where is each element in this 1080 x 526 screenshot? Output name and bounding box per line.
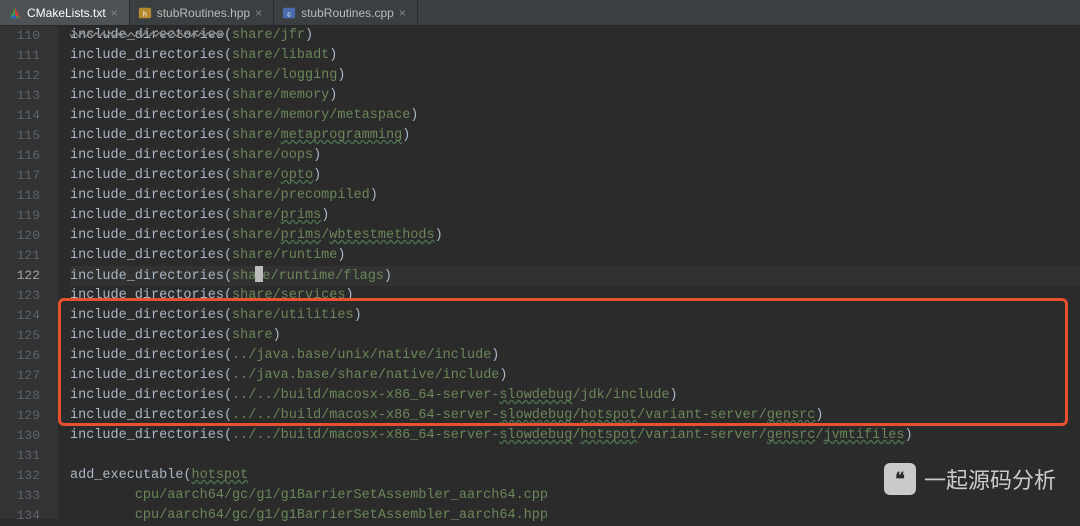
code-line: include_directories(../../build/macosx-x… xyxy=(70,386,1080,406)
hpp-file-icon: h xyxy=(138,6,152,20)
watermark-text: 一起源码分析 xyxy=(924,463,1056,495)
tab-stubroutines-hpp[interactable]: h stubRoutines.hpp × xyxy=(130,0,274,25)
code-line: include_directories(share) xyxy=(70,326,1080,346)
code-line: include_directories(share/services) xyxy=(70,286,1080,306)
code-line: include_directories(share/prims/wbtestme… xyxy=(70,226,1080,246)
close-icon[interactable]: × xyxy=(399,8,409,18)
line-number: 122 xyxy=(0,266,40,286)
cpp-file-icon: c xyxy=(282,6,296,20)
watermark: ❝ 一起源码分析 xyxy=(884,463,1056,495)
code-line: include_directories(share/logging) xyxy=(70,66,1080,86)
code-area[interactable]: include_directories(share/jfr)include_di… xyxy=(58,26,1080,519)
line-number: 119 xyxy=(0,206,40,226)
line-number: 132 xyxy=(0,466,40,486)
line-number: 121 xyxy=(0,246,40,266)
editor-area: 1101111121131141151161171181191201211221… xyxy=(0,26,1080,519)
code-line: include_directories(shae/runtime/flags) xyxy=(70,266,1080,286)
line-number: 125 xyxy=(0,326,40,346)
close-icon[interactable]: × xyxy=(255,8,265,18)
line-number: 115 xyxy=(0,126,40,146)
line-number: 114 xyxy=(0,106,40,126)
code-line: include_directories(share/prims) xyxy=(70,206,1080,226)
line-number: 130 xyxy=(0,426,40,446)
code-line: include_directories(share/opto) xyxy=(70,166,1080,186)
line-number: 129 xyxy=(0,406,40,426)
code-line: include_directories(../java.base/unix/na… xyxy=(70,346,1080,366)
code-line: include_directories(share/libadt) xyxy=(70,46,1080,66)
line-number: 116 xyxy=(0,146,40,166)
code-line: include_directories(../../build/macosx-x… xyxy=(70,426,1080,446)
svg-text:c: c xyxy=(287,11,291,18)
line-number: 123 xyxy=(0,286,40,306)
code-line: include_directories(share/memory/metaspa… xyxy=(70,106,1080,126)
tab-label: CMakeLists.txt xyxy=(27,6,106,20)
wechat-icon: ❝ xyxy=(884,463,916,495)
line-number: 120 xyxy=(0,226,40,246)
code-line: include_directories(share/precompiled) xyxy=(70,186,1080,206)
line-number-gutter: 1101111121131141151161171181191201211221… xyxy=(0,26,58,519)
code-line: include_directories(share/memory) xyxy=(70,86,1080,106)
line-number: 124 xyxy=(0,306,40,326)
line-number: 112 xyxy=(0,66,40,86)
line-number: 133 xyxy=(0,486,40,506)
line-number: 113 xyxy=(0,86,40,106)
code-line: include_directories(share/runtime) xyxy=(70,246,1080,266)
code-line: include_directories(share/metaprogrammin… xyxy=(70,126,1080,146)
line-number: 111 xyxy=(0,46,40,66)
svg-text:h: h xyxy=(143,11,147,18)
code-line: cpu/aarch64/gc/g1/g1BarrierSetAssembler_… xyxy=(70,506,1080,526)
line-number: 110 xyxy=(0,26,40,46)
line-number: 126 xyxy=(0,346,40,366)
line-number: 128 xyxy=(0,386,40,406)
editor-tabbar: CMakeLists.txt × h stubRoutines.hpp × c stubRo… xyxy=(0,0,1080,26)
cmake-file-icon xyxy=(8,6,22,20)
code-line: include_directories(share/jfr) xyxy=(70,26,1080,46)
tab-cmakelists-txt[interactable]: CMakeLists.txt × xyxy=(0,0,130,25)
tab-label: stubRoutines.hpp xyxy=(157,6,250,20)
line-number: 127 xyxy=(0,366,40,386)
line-number: 118 xyxy=(0,186,40,206)
tab-stubroutines-cpp[interactable]: c stubRoutines.cpp × xyxy=(274,0,418,25)
line-number: 117 xyxy=(0,166,40,186)
close-icon[interactable]: × xyxy=(111,8,121,18)
code-line: include_directories(../../build/macosx-x… xyxy=(70,406,1080,426)
line-number: 131 xyxy=(0,446,40,466)
code-line: include_directories(../java.base/share/n… xyxy=(70,366,1080,386)
code-line: include_directories(share/utilities) xyxy=(70,306,1080,326)
tab-label: stubRoutines.cpp xyxy=(301,6,394,20)
line-number: 134 xyxy=(0,506,40,526)
code-line: include_directories(share/oops) xyxy=(70,146,1080,166)
